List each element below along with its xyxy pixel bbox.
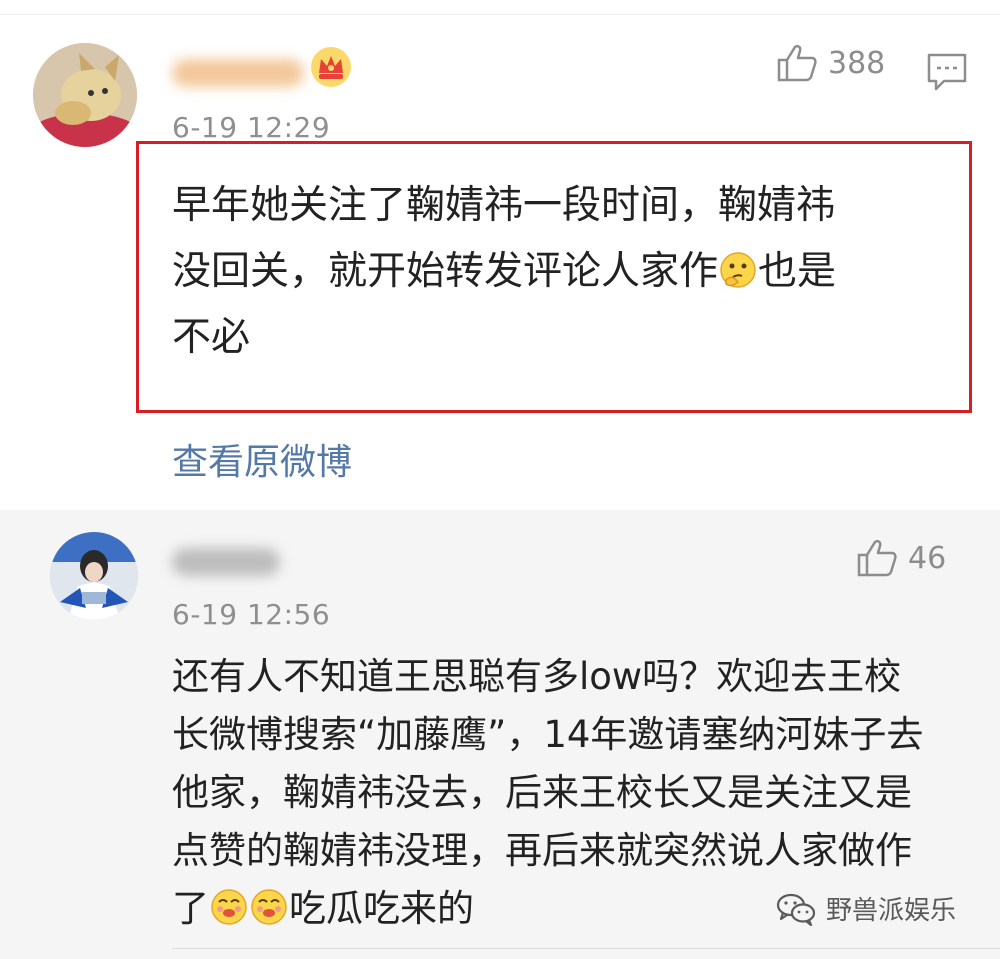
comment-card-2: 6-19 12:56 46 还有人不知道王思聪有多low吗？欢迎去王校 长微博搜… xyxy=(0,510,1000,959)
like-count: 388 xyxy=(828,45,886,81)
watermark-text: 野兽派娱乐 xyxy=(826,896,957,926)
comment-card-1: 6-19 12:29 388 早年她关注了鞠婧祎一段时间，鞠婧祎 没回关，就开始… xyxy=(0,14,1000,511)
comment-line: 没回关，就开始转发评论人家作 也是 xyxy=(172,239,962,305)
thinking-face-emoji-icon xyxy=(720,252,756,288)
comment-body: 早年她关注了鞠婧祎一段时间，鞠婧祎 没回关，就开始转发评论人家作 也是 不必 xyxy=(172,173,962,371)
avatar[interactable] xyxy=(33,43,137,147)
avatar[interactable] xyxy=(50,532,138,620)
divider xyxy=(172,948,1000,949)
reply-comment-icon[interactable] xyxy=(926,51,968,93)
view-original-weibo-link[interactable]: 查看原微博 xyxy=(172,433,352,485)
weibo-comment-screen: 6-19 12:29 388 早年她关注了鞠婧祎一段时间，鞠婧祎 没回关，就开始… xyxy=(0,0,1000,959)
comment-line: 还有人不知道王思聪有多low吗？欢迎去王校 xyxy=(172,655,902,698)
username-blurred[interactable] xyxy=(172,548,280,576)
comment-line-text: 了 xyxy=(172,887,209,930)
comment-line-text: 吃瓜吃来的 xyxy=(289,887,474,930)
comment-line-text: 没回关，就开始转发评论人家作 xyxy=(172,249,719,294)
like-button[interactable]: 46 xyxy=(856,538,946,578)
wechat-icon xyxy=(776,893,816,926)
thumbs-up-icon xyxy=(777,44,817,82)
thumbs-up-icon xyxy=(857,539,897,577)
comment-line: 早年她关注了鞠婧祎一段时间，鞠婧祎 xyxy=(172,183,836,228)
comment-timestamp: 6-19 12:29 xyxy=(172,111,331,144)
crown-badge-icon xyxy=(311,47,351,87)
wechat-watermark: 野兽派娱乐 xyxy=(776,890,956,927)
comment-line: 长微博搜索“加藤鹰”，14年邀请塞纳河妹子去 xyxy=(172,713,924,756)
like-button[interactable]: 388 xyxy=(776,43,885,83)
comment-line-text: 也是 xyxy=(758,249,837,294)
username-blurred[interactable] xyxy=(172,59,304,87)
comment-line: 点赞的鞠婧祎没理，再后来就突然说人家做作 xyxy=(172,829,912,872)
comment-line: 他家，鞠婧祎没去，后来王校长又是关注又是 xyxy=(172,771,912,814)
like-count: 46 xyxy=(908,540,947,576)
drooling-face-emoji-icon xyxy=(211,889,247,925)
drooling-face-emoji-icon xyxy=(251,889,287,925)
comment-line: 不必 xyxy=(172,315,251,360)
comment-timestamp: 6-19 12:56 xyxy=(172,598,331,631)
